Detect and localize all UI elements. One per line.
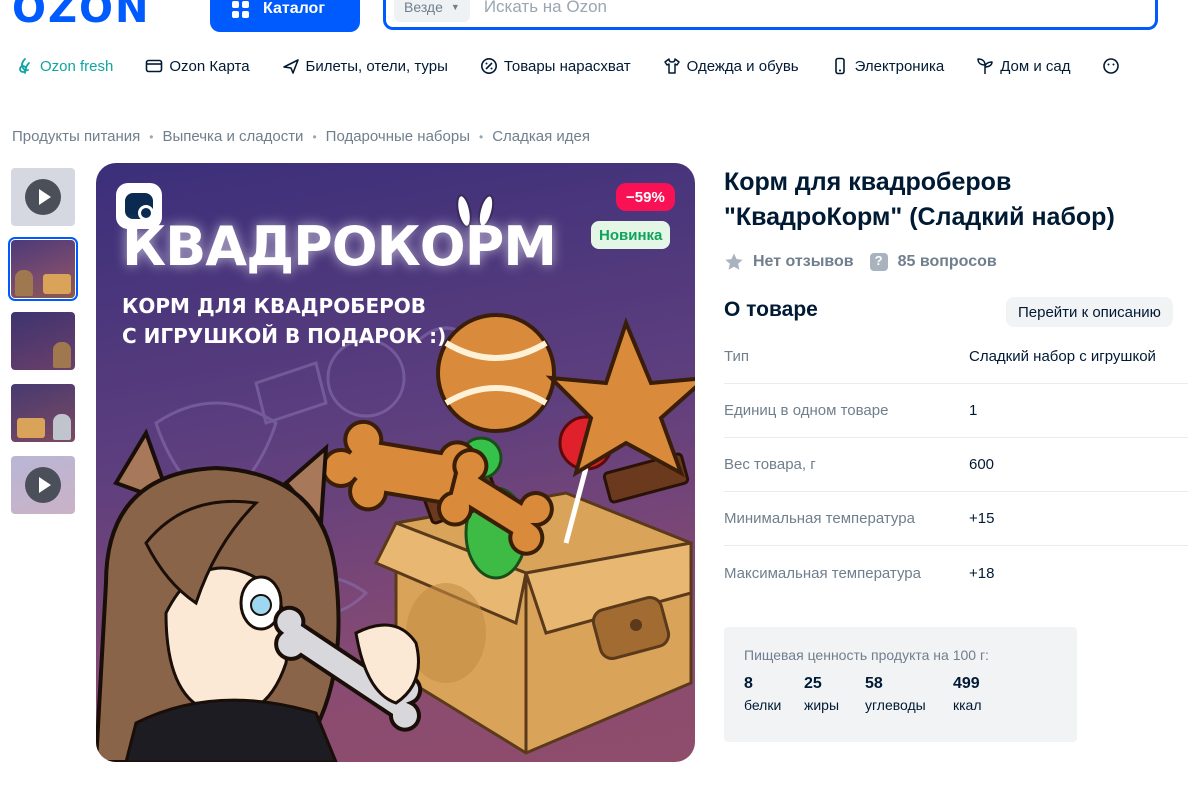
nutrition-item: 58 углеводы [865,675,935,713]
clothes-icon [663,58,680,74]
search-input[interactable] [483,0,1084,17]
breadcrumb-separator: • [149,129,154,144]
nutrition-value: 499 [953,675,980,692]
go-to-description-button[interactable]: Перейти к описанию [1006,297,1173,327]
breadcrumb-item[interactable]: Продукты питания [12,128,140,145]
breadcrumb-item[interactable]: Выпечка и сладости [162,128,303,145]
question-icon [869,253,888,271]
card-icon [146,59,163,73]
catalog-button[interactable]: Каталог [210,0,360,32]
nav-item-tickets[interactable]: Билеты, отели, туры [282,57,448,75]
spec-value: 600 [969,456,995,473]
gallery-thumbnails [8,168,78,528]
nav-item-label: Одежда и обувь [686,57,799,75]
search-scope-label: Везде [404,0,443,15]
nav-item-label: Билеты, отели, туры [305,57,448,75]
breadcrumb-separator: • [312,129,317,144]
discount-icon [480,58,497,74]
ozon-logo[interactable]: OZON [12,0,151,32]
nav-item-more[interactable] [1102,57,1120,75]
spec-key: Вес товара, г [724,456,816,473]
spec-key: Тип [724,348,750,365]
spec-key: Единиц в одном товаре [724,402,889,419]
about-section-title: О товаре [724,298,818,321]
nav-item-label: Дом и сад [1000,57,1071,75]
catalog-label: Каталог [263,0,325,17]
spec-value: 1 [969,402,978,419]
thumbnail-image[interactable] [8,237,78,301]
category-navbar: Ozon fresh Ozon Карта Билеты, отели, тур… [16,54,1188,78]
specs-table: Тип Сладкий набор с игрушкой Единиц в од… [724,330,1188,600]
nav-item-label: Электроника [854,57,945,75]
spec-row: Минимальная температура +15 [724,492,1188,546]
discount-badge: −59% [616,183,675,211]
breadcrumb-item[interactable]: Подарочные наборы [326,128,470,145]
nav-item-ozon-card[interactable]: Ozon Карта [145,57,250,75]
nav-item-hot-deals[interactable]: Товары нарасхват [480,57,631,75]
nutrition-value: 58 [865,675,883,692]
nutrition-item: 25 жиры [804,675,847,713]
spec-value: Сладкий набор с игрушкой [969,348,1156,365]
smiley-icon [1103,58,1120,74]
spec-key: Минимальная температура [724,510,915,527]
nav-item-label: Ozon Карта [169,57,250,75]
thumbnail-art [11,312,75,370]
nav-item-electronics[interactable]: Электроника [831,57,945,75]
spec-row: Вес товара, г 600 [724,438,1188,492]
nav-item-home-garden[interactable]: Дом и сад [976,57,1070,75]
nutrition-label: ккал [953,697,982,713]
nutrition-item: 499 ккал [953,675,982,713]
image-headline: КВАДРОКОРМ [122,215,557,278]
star-icon [725,253,743,270]
nav-item-label: Ozon fresh [40,57,114,75]
image-subheadline: КОРМ ДЛЯ КВАДРОБЕРОВ С ИГРУШКОЙ В ПОДАРО… [122,294,447,348]
thumbnail-image[interactable] [11,384,75,442]
questions-link[interactable]: 85 вопросов [898,253,997,271]
product-meta: Нет отзывов 85 вопросов [724,252,997,272]
breadcrumb-separator: • [478,129,484,144]
thumbnail-video[interactable] [11,168,75,226]
nutrition-label: белки [744,697,782,713]
play-icon [25,179,61,215]
nutrition-label: жиры [804,697,840,713]
nutrition-value: 25 [804,675,822,692]
new-badge: Новинка [591,221,671,249]
spec-key: Максимальная температура [724,564,921,582]
thumbnail-video[interactable] [11,456,75,514]
phone-icon [834,57,845,75]
thumbnail-image[interactable] [11,312,75,370]
thumbnail-art [11,384,75,442]
nutrition-panel: Пищевая ценность продукта на 100 г: 8 бе… [724,627,1077,742]
grid-icon [232,0,249,18]
product-title: Корм для квадроберов "КвадроКорм" (Сладк… [724,168,1115,231]
search-scope-select[interactable]: Везде ▼ [394,0,470,22]
nutrition-label: углеводы [865,697,926,713]
nutrition-grid: 8 белки 25 жиры 58 углеводы 499 ккал [744,675,1057,713]
reviews-link[interactable]: Нет отзывов [753,253,854,271]
chevron-down-icon: ▼ [450,1,460,12]
plane-icon [282,59,299,74]
spec-value: +18 [969,564,995,582]
product-main-image[interactable]: КВАДРОКОРМ КОРМ ДЛЯ КВАДРОБЕРОВ С ИГРУШК… [96,163,695,762]
search-bar: Везде ▼ [383,0,1158,30]
thumbnail-art [11,240,75,298]
nav-item-ozon-fresh[interactable]: Ozon fresh [16,57,113,75]
nav-item-clothes[interactable]: Одежда и обувь [663,57,799,75]
nutrition-item: 8 белки [744,675,786,713]
nutrition-title: Пищевая ценность продукта на 100 г: [744,647,989,663]
nutrition-value: 8 [744,675,753,692]
leaf-icon [19,58,30,74]
nav-item-label: Товары нарасхват [503,57,631,75]
spec-value: +15 [969,510,995,527]
spec-row: Максимальная температура +18 [724,546,1188,600]
breadcrumb-item[interactable]: Сладкая идея [492,128,590,145]
breadcrumb: Продукты питания • Выпечка и сладости • … [12,128,590,145]
plant-icon [977,58,993,74]
spec-row: Тип Сладкий набор с игрушкой [724,330,1188,384]
spec-row: Единиц в одном товаре 1 [724,384,1188,438]
play-icon [25,467,61,503]
